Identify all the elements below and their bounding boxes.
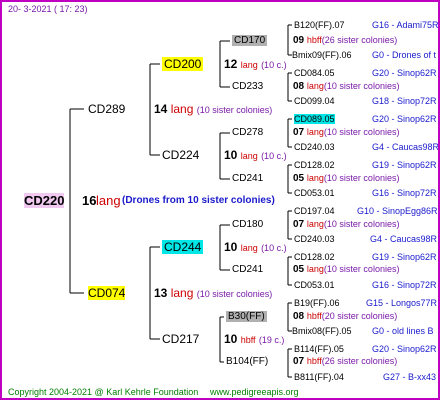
gen4-queen: CD084.05 [294, 68, 335, 78]
gen2-number: 10 [224, 332, 238, 346]
gen4-origin: G16 - Sinop72R [372, 188, 437, 198]
gen3-number: 08 [293, 311, 305, 322]
gen3-breed: hbff [306, 356, 322, 366]
gen1-breed: lang [170, 286, 194, 300]
gen4-origin: G20 - Sinop62R [372, 68, 437, 78]
gen4-queen: B120(FF).07 [294, 20, 345, 30]
gen4-queen: CD128.02 [294, 160, 335, 170]
gen2-queen: CD224 [162, 148, 200, 162]
gen4-queen: CD053.01 [294, 188, 335, 198]
gen4-origin: G16 - Sinop72R [372, 280, 437, 290]
gen2-breed: lang [240, 243, 258, 253]
gen4-queen: CD240.03 [294, 142, 335, 152]
gen2-queen: CD244 [162, 240, 204, 254]
gen3-breed: hbff [306, 35, 322, 45]
gen4-queen: CD089.05 [294, 114, 335, 124]
gen3-number: 05 [293, 264, 305, 275]
gen3-note: (10 sister colonies) [323, 81, 400, 91]
gen4-origin: G16 - Adami75R [372, 20, 439, 30]
root-note: (Drones from 10 sister colonies) [122, 195, 275, 206]
gen3-note: (10 sister colonies) [323, 127, 400, 137]
gen3-note: (10 sister colonies) [323, 264, 400, 274]
gen4-origin: G0 - old lines B [372, 326, 434, 336]
gen3-queen: CD233 [232, 81, 264, 92]
gen3-queen: CD180 [232, 219, 264, 230]
gen3-breed: lang [306, 81, 324, 91]
gen2-note: (10 c.) [261, 243, 287, 253]
gen4-origin: G0 - Drones of t [372, 50, 437, 60]
gen3-queen: CD241 [232, 264, 264, 275]
gen4-queen: CD240.03 [294, 234, 335, 244]
gen4-queen: Bmix09(FF).06 [292, 50, 352, 60]
gen3-queen: CD278 [232, 127, 264, 138]
gen3-breed: lang [306, 127, 324, 137]
gen4-queen: B811(FF).04 [294, 372, 344, 382]
gen2-queen: CD217 [162, 332, 200, 346]
gen4-origin: G4 - Caucas98R [372, 142, 440, 152]
gen4-queen: B114(FF).05 [294, 344, 344, 354]
header-date: 20- 3-2021 ( 17: 23) [8, 4, 88, 14]
pedigree-frame: 20- 3-2021 ( 17: 23) CD220 16 lang (Dron… [0, 0, 440, 400]
gen4-queen: Bmix08(FF).05 [292, 326, 352, 336]
gen1-dam-line: CD074 [88, 286, 126, 300]
gen4-origin: G20 - Sinop62R [372, 344, 437, 354]
gen3-queen: CD241 [232, 173, 264, 184]
gen4-origin: G4 - Caucas98R [370, 234, 438, 244]
gen2-note: (10 c.) [261, 151, 287, 161]
gen2-number: 10 [224, 240, 238, 254]
gen3-queen: CD170 [232, 35, 268, 46]
gen1-number: 13 [154, 286, 168, 300]
gen4-queen: CD128.02 [294, 252, 335, 262]
gen3-note: (26 sister colonies) [321, 356, 398, 366]
gen2-number: 12 [224, 57, 238, 71]
gen1-sire-line: CD289 [88, 102, 126, 116]
gen4-origin: G20 - Sinop62R [372, 114, 437, 124]
gen4-queen: B19(FF).06 [294, 298, 340, 308]
gen4-origin: G15 - Longos77R [366, 298, 438, 308]
root-queen: CD220 [24, 193, 65, 208]
gen3-breed: lang [306, 219, 324, 229]
gen2-number: 10 [224, 148, 238, 162]
gen1-number: 14 [154, 102, 168, 116]
gen3-note: (10 sister colonies) [323, 219, 400, 229]
root-number: 16 [82, 193, 97, 208]
gen4-origin: G19 - Sinop62R [372, 160, 437, 170]
gen2-breed: hbff [240, 335, 256, 345]
gen3-breed: lang [306, 264, 324, 274]
gen3-number: 09 [293, 35, 305, 46]
gen3-note: (10 sister colonies) [323, 173, 400, 183]
gen2-note: (10 c.) [261, 60, 287, 70]
gen3-number: 08 [293, 81, 305, 92]
gen3-breed: lang [306, 173, 324, 183]
gen3-number: 05 [293, 173, 305, 184]
gen2-queen: CD200 [162, 57, 204, 71]
gen2-breed: lang [240, 151, 258, 161]
gen3-note: (26 sister colonies) [321, 35, 398, 45]
gen2-breed: lang [240, 60, 258, 70]
gen1-note: (10 sister colonies) [196, 105, 273, 115]
gen1-breed: lang [170, 102, 194, 116]
gen3-note: (20 sister colonies) [321, 311, 398, 321]
gen1-note: (10 sister colonies) [196, 289, 273, 299]
gen3-breed: hbff [306, 311, 322, 321]
footer-copyright: Copyright 2004-2021 @ Karl Kehrle Founda… [8, 387, 199, 397]
gen3-queen: B30(FF) [226, 311, 267, 322]
gen4-origin: G18 - Sinop72R [372, 96, 437, 106]
gen4-queen: CD197.04 [294, 206, 335, 216]
gen4-origin: G27 - B-xx43 [383, 372, 437, 382]
gen3-number: 07 [293, 356, 305, 367]
footer-website-link[interactable]: www.pedigreeapis.org [210, 387, 299, 397]
gen4-queen: CD053.01 [294, 280, 335, 290]
gen3-number: 07 [293, 219, 305, 230]
gen3-queen: B104(FF) [226, 356, 269, 367]
gen3-number: 07 [293, 127, 305, 138]
gen4-queen: CD099.04 [294, 96, 335, 106]
gen2-note: (19 c.) [258, 335, 285, 345]
gen4-origin: G10 - SinopEgg86R [357, 206, 438, 216]
gen4-origin: G19 - Sinop62R [372, 252, 437, 262]
root-breed: lang [96, 193, 121, 208]
